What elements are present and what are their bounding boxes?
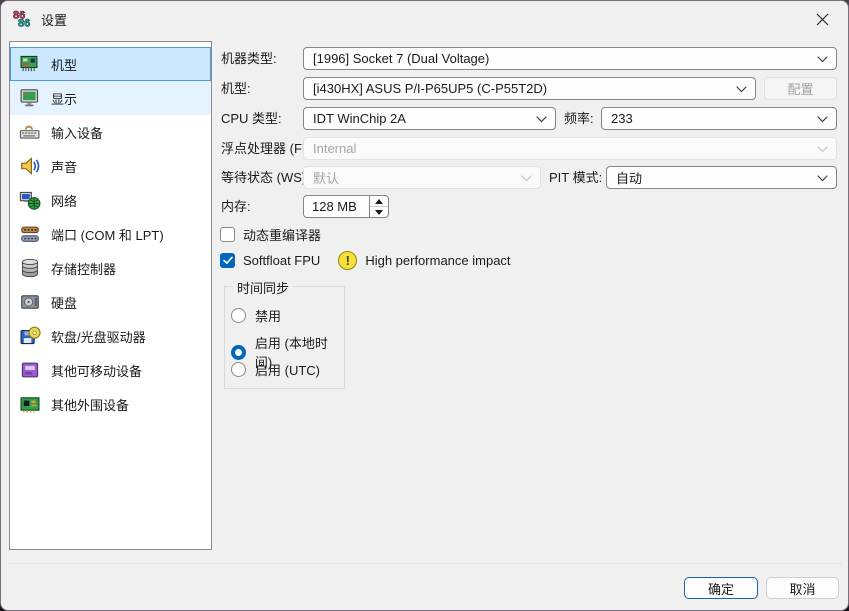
sidebar-item-network[interactable]: 网络 [10,183,211,217]
machine-type-value: [1996] Socket 7 (Dual Voltage) [313,51,489,66]
sidebar-item-ports[interactable]: 端口 (COM 和 LPT) [10,217,211,251]
ok-button[interactable]: 确定 [684,577,758,599]
dynamic-recompiler-label[interactable]: 动态重编译器 [243,225,321,244]
checkmark-icon [223,256,233,265]
pit-mode-dropdown[interactable]: 自动 [606,166,837,189]
sidebar-item-label: 声音 [51,157,77,176]
softfloat-fpu-checkbox[interactable] [220,253,235,268]
network-icon [19,189,41,211]
chevron-down-icon [817,146,828,153]
sidebar-item-floppy-cdrom[interactable]: 软盘/光盘驱动器 [10,319,211,353]
speed-value: 233 [611,111,633,126]
sidebar-item-label: 硬盘 [51,293,77,312]
sidebar-item-label: 网络 [51,191,77,210]
hard-disk-icon [19,291,41,313]
fpu-dropdown: Internal [303,137,837,160]
chevron-down-icon [736,86,747,93]
fpu-value: Internal [313,141,356,156]
sidebar-item-display[interactable]: 显示 [10,81,211,115]
radio-disabled-label[interactable]: 禁用 [255,306,281,325]
footer-separator [9,563,842,564]
sidebar-item-input-devices[interactable]: 输入设备 [10,115,211,149]
storage-controllers-icon [19,257,41,279]
sidebar-item-storage-controllers[interactable]: 存储控制器 [10,251,211,285]
pit-mode-value: 自动 [616,168,642,187]
spin-down-button[interactable] [370,207,388,217]
sidebar-item-label: 其他外围设备 [51,395,129,414]
configure-button: 配置 [764,77,837,100]
chevron-down-icon [817,56,828,63]
cpu-type-value: IDT WinChip 2A [313,111,406,126]
machine-type-dropdown[interactable]: [1996] Socket 7 (Dual Voltage) [303,47,837,70]
pit-mode-label: PIT 模式: [549,166,602,189]
time-sync-legend: 时间同步 [233,278,293,297]
86box-logo-icon: 86 86 [13,8,33,28]
cpu-type-dropdown[interactable]: IDT WinChip 2A [303,107,556,130]
cpu-type-label: CPU 类型: [221,107,282,130]
chevron-down-icon [817,175,828,182]
speed-dropdown[interactable]: 233 [601,107,837,130]
speed-label: 频率: [564,107,594,130]
sound-icon [19,155,41,177]
wait-states-dropdown: 默认 [303,166,541,189]
sidebar-item-other-peripherals[interactable]: 其他外围设备 [10,387,211,421]
window-title: 设置 [41,10,67,29]
time-sync-group: 时间同步 禁用 启用 (本地时间) 启用 (UTC) [224,286,345,389]
memory-spin-buttons [369,196,388,217]
machine-label: 机型: [221,77,251,100]
time-sync-option-utc[interactable]: 启用 (UTC) [231,360,320,379]
radio-utc-label[interactable]: 启用 (UTC) [255,360,320,379]
sidebar-item-hard-disks[interactable]: 硬盘 [10,285,211,319]
memory-label: 内存: [221,195,251,218]
machine-dropdown[interactable]: [i430HX] ASUS P/I-P65UP5 (C-P55T2D) [303,77,756,100]
sidebar-item-label: 输入设备 [51,123,103,142]
dynamic-recompiler-checkbox[interactable] [220,227,235,242]
sidebar-item-label: 显示 [51,89,77,108]
radio-utc[interactable] [231,362,246,377]
sidebar-item-label: 软盘/光盘驱动器 [51,327,146,346]
sidebar-item-label: 机型 [51,55,77,74]
radio-local-time[interactable] [231,345,246,360]
memory-spinner[interactable]: 128 MB [303,195,389,218]
wait-states-value: 默认 [313,168,339,187]
close-icon [816,13,829,26]
floppy-cdrom-icon [19,325,41,347]
time-sync-option-disabled[interactable]: 禁用 [231,306,281,325]
wait-states-label: 等待状态 (WS): [221,166,310,189]
sidebar-item-label: 端口 (COM 和 LPT) [51,225,164,244]
removable-devices-icon [19,359,41,381]
peripherals-icon [19,393,41,415]
close-button[interactable] [800,3,844,35]
chevron-down-icon [536,116,547,123]
sidebar-item-sound[interactable]: 声音 [10,149,211,183]
machine-type-label: 机器类型: [221,47,277,70]
svg-text:86: 86 [18,17,30,28]
warning-icon: ! [338,251,357,270]
chevron-down-icon [817,116,828,123]
machine-value: [i430HX] ASUS P/I-P65UP5 (C-P55T2D) [313,81,547,96]
machine-icon [19,53,41,75]
settings-dialog: 86 86 设置 机型 [0,0,849,611]
radio-disabled[interactable] [231,308,246,323]
sidebar-item-label: 存储控制器 [51,259,116,278]
sidebar-item-machine[interactable]: 机型 [10,47,211,81]
sidebar-item-label: 其他可移动设备 [51,361,142,380]
softfloat-fpu-row: Softfloat FPU ! High performance impact [220,251,511,270]
softfloat-warning-text: High performance impact [365,253,510,268]
cancel-button[interactable]: 取消 [766,577,839,599]
softfloat-fpu-label[interactable]: Softfloat FPU [243,253,320,268]
input-devices-icon [19,121,41,143]
display-icon [19,87,41,109]
memory-value[interactable]: 128 MB [304,196,369,217]
ports-icon [19,223,41,245]
dynamic-recompiler-row: 动态重编译器 [220,225,321,244]
spin-up-button[interactable] [370,196,388,207]
chevron-down-icon [521,175,532,182]
category-list: 机型 显示 输入设备 [9,41,212,550]
sidebar-item-other-removable[interactable]: 其他可移动设备 [10,353,211,387]
title-bar: 86 86 设置 [1,1,848,39]
